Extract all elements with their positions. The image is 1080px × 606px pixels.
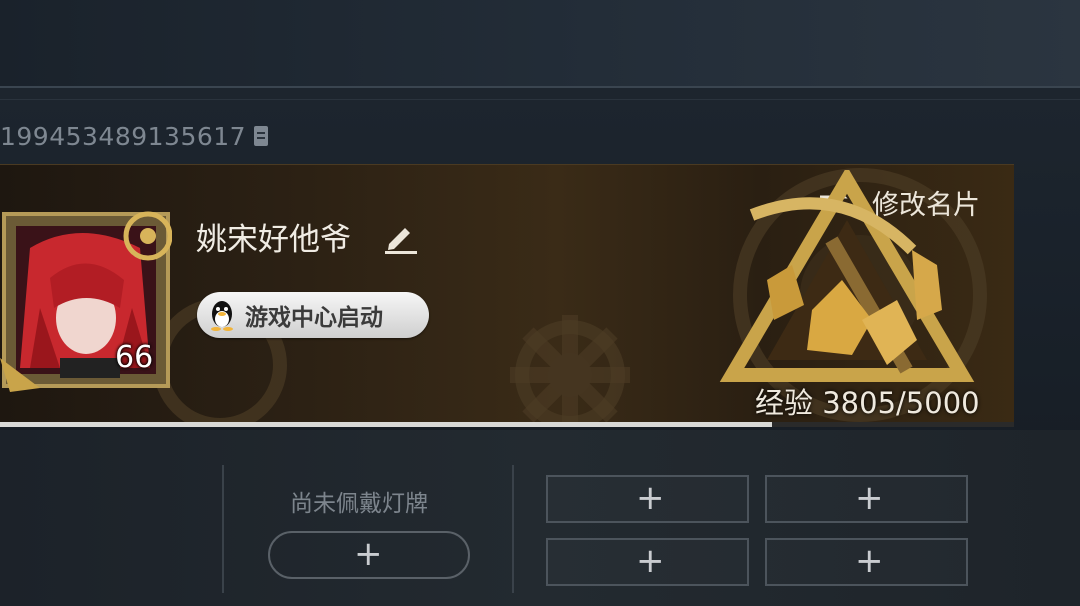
pencil-icon[interactable] [383,220,419,254]
section-divider [512,465,514,593]
add-slot-button[interactable]: + [546,538,749,586]
add-slot-button[interactable]: + [765,475,968,523]
top-divider [0,86,1080,88]
no-badge-text: 尚未佩戴灯牌 [290,491,428,517]
player-name: 姚宋好他爷 [196,222,351,258]
plus-icon: + [855,478,884,518]
exp-progress-bar [0,422,1014,427]
plus-icon: + [636,541,665,581]
exp-text: 经验 3805/5000 [755,386,980,420]
section-divider [222,465,224,593]
uid-row: 199453489135617 [0,122,270,151]
top-banner [0,0,1080,86]
add-badge-button[interactable]: + [268,531,470,579]
copy-icon[interactable] [252,125,270,148]
game-center-launch-button[interactable]: 游戏中心启动 [197,292,429,338]
add-slot-button[interactable]: + [546,475,749,523]
penguin-icon [207,298,237,332]
add-slot-button[interactable]: + [765,538,968,586]
plus-icon: + [855,541,884,581]
pickaxe-emblem-icon [719,170,975,382]
uid-text: 199453489135617 [0,122,247,151]
plus-icon: + [636,478,665,518]
exp-progress-fill [0,422,772,427]
top-divider-secondary [0,99,1080,100]
plus-icon: + [354,534,383,574]
player-level: 66 [115,340,154,375]
launch-button-label: 游戏中心启动 [245,305,383,331]
